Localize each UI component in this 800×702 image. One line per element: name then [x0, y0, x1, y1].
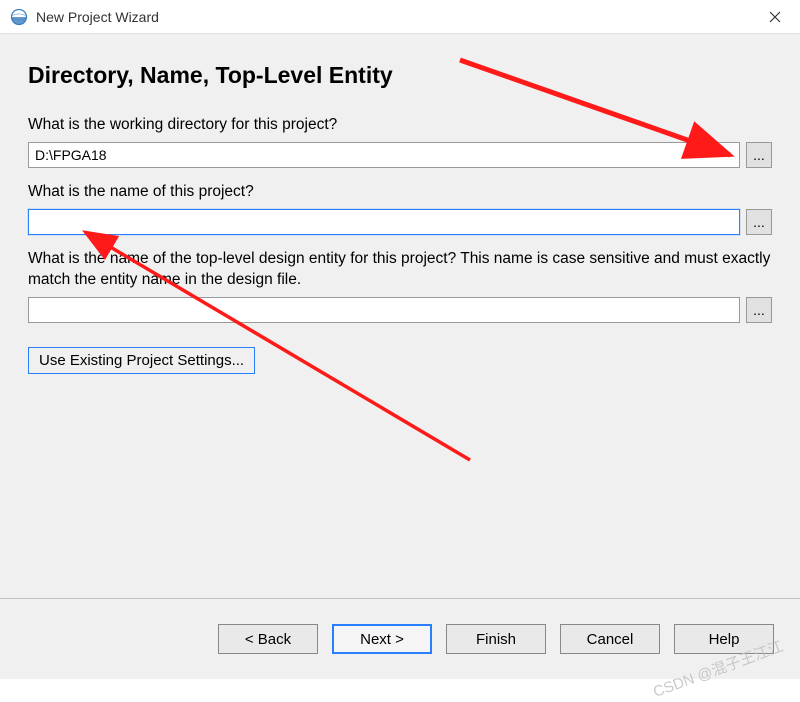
browse-dir-button[interactable]: ...	[746, 142, 772, 168]
cancel-button[interactable]: Cancel	[560, 624, 660, 654]
close-button[interactable]	[760, 2, 790, 32]
wizard-page: Directory, Name, Top-Level Entity What i…	[0, 34, 800, 599]
browse-entity-button[interactable]: ...	[746, 297, 772, 323]
finish-button[interactable]: Finish	[446, 624, 546, 654]
use-existing-settings-button[interactable]: Use Existing Project Settings...	[28, 347, 255, 374]
wizard-footer: < Back Next > Finish Cancel Help	[0, 599, 800, 679]
titlebar: New Project Wizard	[0, 0, 800, 34]
working-dir-input[interactable]	[28, 142, 740, 168]
project-name-label: What is the name of this project?	[28, 182, 772, 203]
working-dir-label: What is the working directory for this p…	[28, 115, 772, 136]
app-icon	[10, 8, 28, 26]
window-title: New Project Wizard	[36, 9, 159, 25]
page-title: Directory, Name, Top-Level Entity	[28, 62, 772, 89]
top-entity-label: What is the name of the top-level design…	[28, 249, 772, 291]
next-button[interactable]: Next >	[332, 624, 432, 654]
project-name-input[interactable]	[28, 209, 740, 235]
back-button[interactable]: < Back	[218, 624, 318, 654]
top-entity-input[interactable]	[28, 297, 740, 323]
browse-name-button[interactable]: ...	[746, 209, 772, 235]
